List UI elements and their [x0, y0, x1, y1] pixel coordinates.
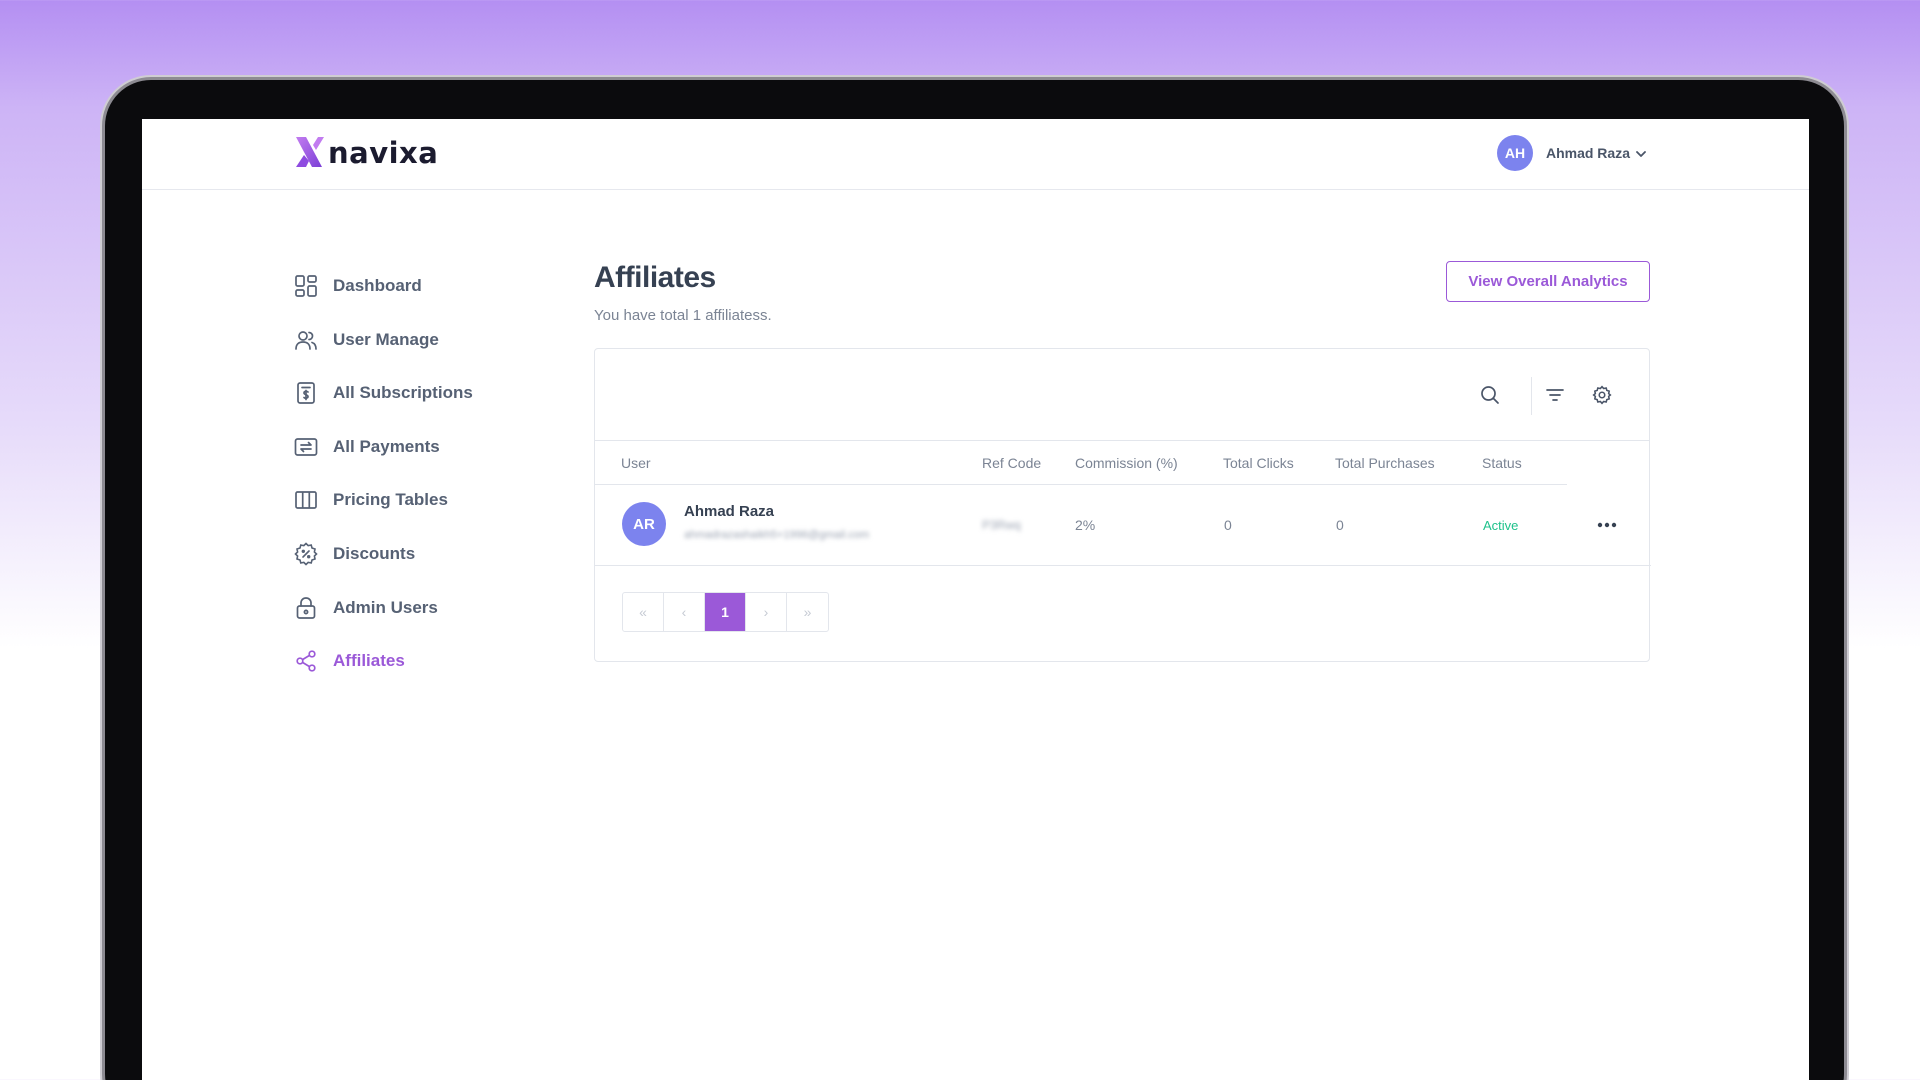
pagination-first-button[interactable]: «	[623, 593, 664, 631]
affiliate-commission: 2%	[1075, 517, 1096, 533]
column-header-total-purchases[interactable]: Total Purchases	[1335, 455, 1435, 471]
status-badge: Active	[1483, 518, 1519, 533]
sidebar-item-admin-users[interactable]: Admin Users	[294, 594, 594, 622]
user-name: Ahmad Raza	[1545, 145, 1630, 161]
affiliate-total-clicks: 0	[1224, 517, 1232, 533]
sidebar-item-all-subscriptions[interactable]: All Subscriptions	[294, 379, 594, 407]
discount-badge-icon	[294, 542, 318, 566]
sidebar-nav: Dashboard User Manage All Subscriptions	[294, 272, 594, 701]
dashboard-grid-icon	[294, 274, 318, 298]
affiliate-email: ahmadrazashaikh5+1996@gmail.com	[684, 529, 870, 541]
column-header-commission[interactable]: Commission (%)	[1075, 455, 1178, 471]
sidebar-item-label: Admin Users	[333, 597, 438, 617]
lock-icon	[294, 596, 318, 620]
brand-logo[interactable]: navixa	[294, 135, 438, 174]
users-icon	[294, 328, 318, 352]
subscription-receipt-icon	[294, 381, 318, 405]
pagination-last-button[interactable]: »	[787, 593, 828, 631]
brand-name: navixa	[328, 135, 439, 170]
pagination: « ‹ 1 › »	[622, 592, 829, 632]
page-subtitle: You have total 1 affiliatess.	[594, 307, 772, 324]
search-icon[interactable]	[1478, 383, 1502, 407]
logo-mark-icon	[294, 135, 324, 174]
sidebar-item-user-manage[interactable]: User Manage	[294, 326, 594, 354]
top-header: navixa AH Ahmad Raza	[142, 119, 1809, 190]
app-screen: navixa AH Ahmad Raza Dashboard User Mana…	[142, 119, 1809, 1080]
affiliates-table-card: User Ref Code Commission (%) Total Click…	[594, 348, 1651, 662]
sidebar-item-label: All Subscriptions	[333, 383, 473, 403]
column-header-ref-code[interactable]: Ref Code	[982, 455, 1041, 471]
share-icon	[294, 649, 318, 673]
sidebar-item-dashboard[interactable]: Dashboard	[294, 272, 594, 300]
column-header-status[interactable]: Status	[1482, 455, 1522, 471]
table-toolbar	[595, 349, 1649, 441]
sidebar-item-label: Affiliates	[333, 651, 405, 671]
user-menu[interactable]: AH Ahmad Raza	[1496, 135, 1646, 171]
affiliate-name: Ahmad Raza	[684, 503, 775, 520]
sidebar-item-label: User Manage	[333, 329, 439, 349]
filter-icon[interactable]	[1543, 383, 1567, 407]
more-options-icon[interactable]	[1595, 513, 1619, 537]
sidebar-item-pricing-tables[interactable]: Pricing Tables	[294, 486, 594, 514]
payments-transfer-icon	[294, 435, 318, 459]
table-header: User Ref Code Commission (%) Total Click…	[595, 442, 1567, 485]
pagination-next-button[interactable]: ›	[746, 593, 787, 631]
affiliate-avatar: AR	[622, 502, 666, 546]
user-avatar: AH	[1496, 135, 1533, 171]
sidebar-item-label: All Payments	[333, 436, 440, 456]
table-row[interactable]: AR Ahmad Raza ahmadrazashaikh5+1996@gmai…	[595, 485, 1651, 566]
column-header-total-clicks[interactable]: Total Clicks	[1223, 455, 1294, 471]
gear-icon[interactable]	[1590, 383, 1614, 407]
column-header-user[interactable]: User	[621, 455, 651, 471]
columns-icon	[294, 488, 318, 512]
sidebar-item-discounts[interactable]: Discounts	[294, 540, 594, 568]
sidebar-item-all-payments[interactable]: All Payments	[294, 433, 594, 461]
affiliate-ref-code: P3Rwq	[982, 518, 1021, 532]
main-content: Affiliates You have total 1 affiliatess.…	[594, 261, 1651, 662]
sidebar-item-affiliates[interactable]: Affiliates	[294, 647, 594, 675]
chevron-down-icon	[1636, 145, 1646, 163]
view-overall-analytics-button[interactable]: View Overall Analytics	[1446, 261, 1650, 302]
sidebar-item-label: Pricing Tables	[333, 490, 448, 510]
toolbar-divider	[1531, 377, 1532, 415]
sidebar-item-label: Discounts	[333, 543, 416, 563]
sidebar-item-label: Dashboard	[333, 276, 422, 295]
pagination-page-button[interactable]: 1	[705, 593, 746, 631]
affiliate-total-purchases: 0	[1336, 517, 1344, 533]
pagination-prev-button[interactable]: ‹	[664, 593, 705, 631]
